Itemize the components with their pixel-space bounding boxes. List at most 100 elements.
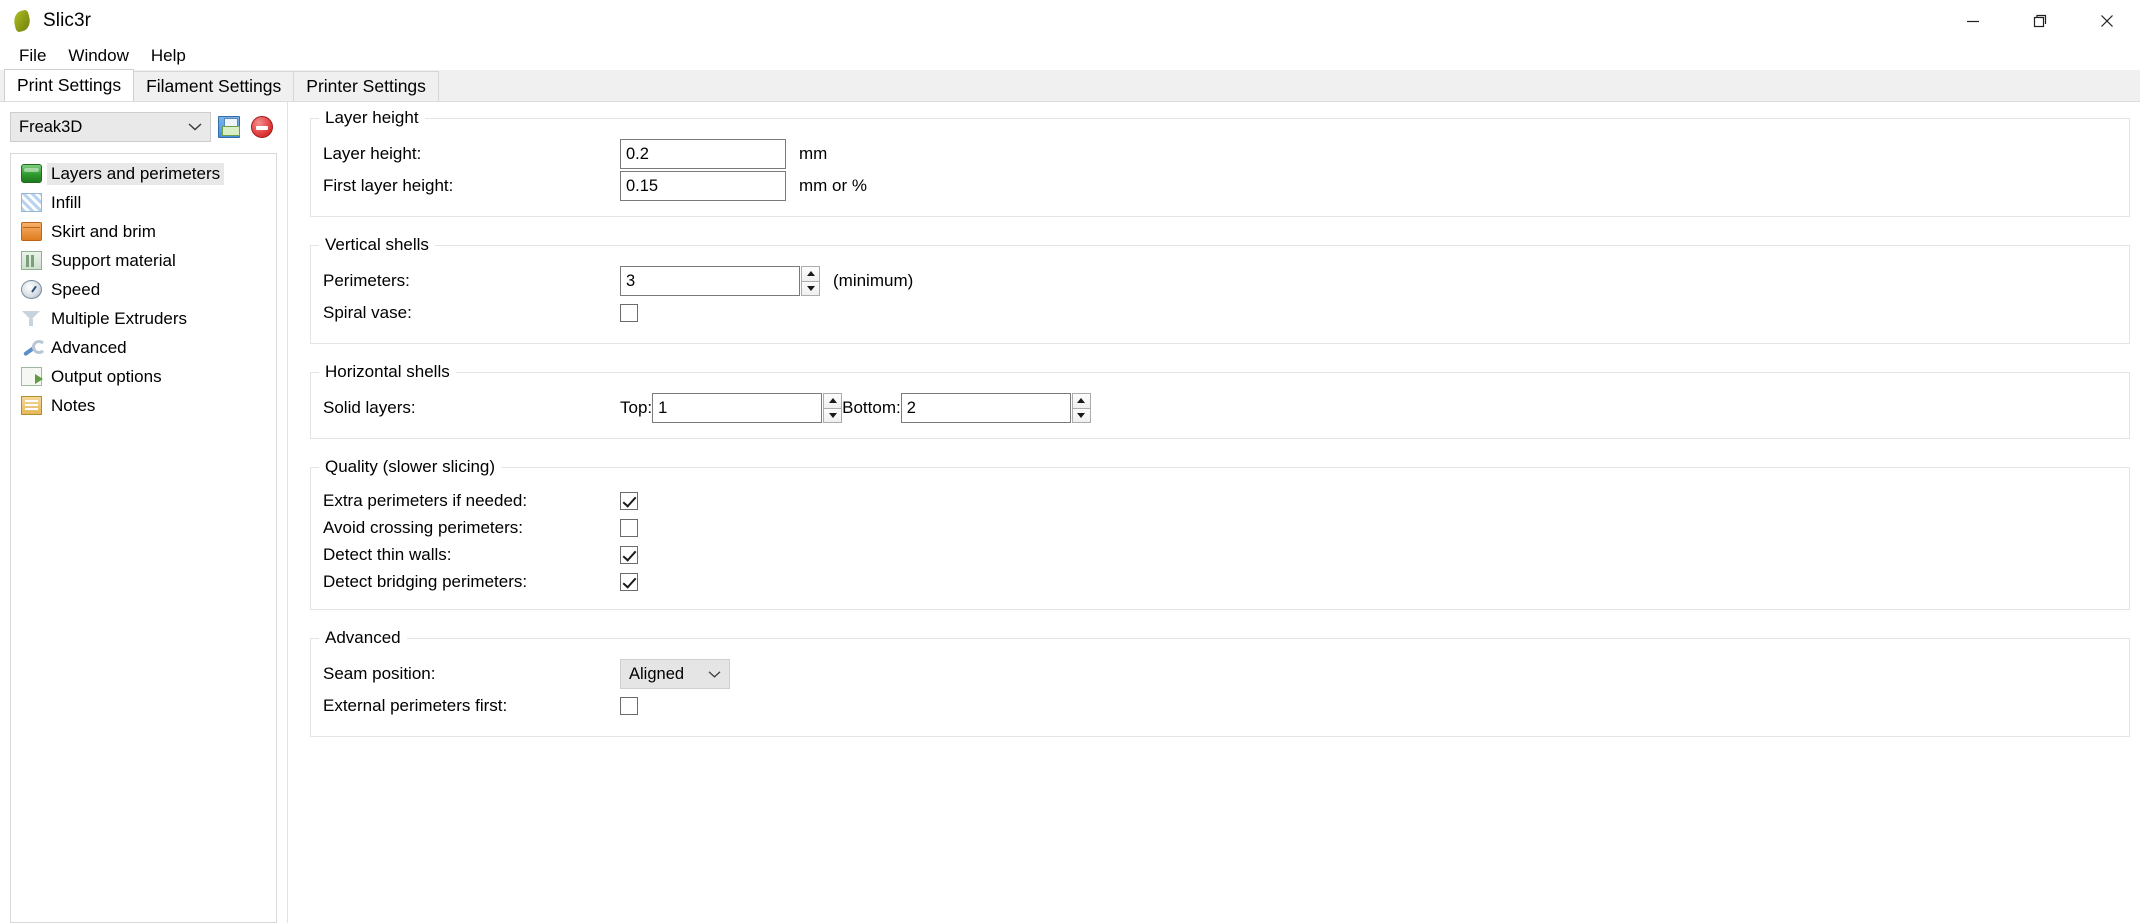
row-detect-thin-walls: Detect thin walls: — [311, 541, 2129, 568]
sidebar-item-label: Output options — [51, 366, 162, 386]
sidebar-item-multiple-extruders[interactable]: Multiple Extruders — [11, 304, 276, 333]
seam-position-select[interactable]: Aligned — [620, 659, 730, 689]
extruder-icon — [21, 309, 42, 328]
avoid-crossing-perimeters-checkbox[interactable] — [620, 518, 638, 537]
layer-height-input[interactable]: 0.2 — [620, 139, 786, 169]
solid-layers-label: Solid layers: — [323, 398, 416, 417]
solid-layers-bottom-input[interactable]: 2 — [900, 393, 1071, 423]
solid-layers-top-stepper-down[interactable] — [823, 407, 843, 423]
arrow-down-icon — [828, 412, 837, 418]
preset-row: Freak3D — [10, 112, 277, 142]
minimize-icon[interactable] — [1939, 0, 2006, 42]
preset-select[interactable]: Freak3D — [10, 112, 211, 142]
sidebar-item-notes[interactable]: Notes — [11, 391, 276, 420]
row-spiral-vase: Spiral vase: — [311, 297, 2129, 329]
infill-icon — [21, 193, 42, 212]
solid-layers-bottom-stepper-up[interactable] — [1071, 393, 1091, 408]
group-layer-height-legend: Layer height — [325, 108, 419, 127]
save-preset-button[interactable] — [218, 114, 244, 140]
close-icon[interactable] — [2073, 0, 2140, 42]
settings-nav-list: Layers and perimeters Infill Skirt and b… — [10, 153, 277, 923]
row-perimeters: Perimeters: 3 (minimum) — [311, 265, 2129, 297]
support-icon — [21, 251, 42, 270]
wrench-icon — [21, 338, 46, 357]
avoid-crossing-perimeters-label: Avoid crossing perimeters: — [323, 517, 523, 537]
chevron-down-icon — [708, 665, 721, 684]
seam-position-value: Aligned — [629, 664, 685, 683]
group-vertical-shells-legend: Vertical shells — [325, 235, 429, 254]
arrow-down-icon — [806, 285, 815, 291]
row-detect-bridging-perimeters: Detect bridging perimeters: — [311, 568, 2129, 595]
tab-strip: Print Settings Filament Settings Printer… — [0, 69, 2140, 102]
layer-height-label: Layer height: — [323, 144, 422, 163]
first-layer-height-label: First layer height: — [323, 176, 454, 195]
arrow-up-icon — [1077, 398, 1086, 404]
seam-position-label: Seam position: — [323, 664, 436, 683]
sidebar-item-skirt-and-brim[interactable]: Skirt and brim — [11, 217, 276, 246]
maximize-icon[interactable] — [2006, 0, 2073, 42]
sidebar-item-label: Notes — [51, 395, 96, 415]
arrow-up-icon — [806, 271, 815, 277]
left-panel: Freak3D Layers and perimeters Infill Ski… — [0, 102, 288, 923]
arrow-up-icon — [828, 398, 837, 404]
group-vertical-shells: Vertical shells Perimeters: 3 (minimum) … — [310, 235, 2130, 344]
perimeters-stepper-up[interactable] — [801, 266, 820, 281]
solid-layers-top-stepper[interactable] — [823, 393, 843, 423]
output-icon — [21, 367, 43, 386]
external-perimeters-first-checkbox[interactable] — [620, 697, 638, 715]
perimeters-stepper[interactable] — [801, 266, 820, 296]
perimeters-label: Perimeters: — [323, 271, 410, 290]
perimeters-hint: (minimum) — [833, 271, 914, 290]
sidebar-item-label: Skirt and brim — [51, 221, 156, 241]
detect-thin-walls-checkbox[interactable] — [620, 545, 638, 564]
perimeters-stepper-down[interactable] — [801, 280, 820, 296]
extra-perimeters-label: Extra perimeters if needed: — [323, 490, 528, 510]
preset-select-value: Freak3D — [19, 117, 83, 136]
solid-layers-bottom-label: Bottom: — [842, 398, 901, 417]
sidebar-item-label: Layers and perimeters — [47, 162, 225, 185]
row-external-perimeters-first: External perimeters first: — [311, 690, 2129, 722]
detect-bridging-perimeters-checkbox[interactable] — [620, 572, 638, 591]
detect-thin-walls-label: Detect thin walls: — [323, 544, 452, 564]
sidebar-item-label: Infill — [51, 192, 82, 212]
tab-filament-settings[interactable]: Filament Settings — [133, 71, 295, 101]
sidebar-item-layers-and-perimeters[interactable]: Layers and perimeters — [11, 159, 276, 188]
sidebar-item-output-options[interactable]: Output options — [11, 362, 276, 391]
solid-layers-bottom-stepper[interactable] — [1071, 393, 1091, 423]
sidebar-item-infill[interactable]: Infill — [11, 188, 276, 217]
tab-printer-settings[interactable]: Printer Settings — [293, 71, 439, 101]
delete-preset-icon — [251, 116, 273, 138]
title-bar: Slic3r — [0, 0, 2140, 42]
sidebar-item-advanced[interactable]: Advanced — [11, 333, 276, 362]
row-solid-layers: Solid layers: Top: 1 Bottom: 2 — [311, 392, 2129, 424]
menu-file[interactable]: File — [9, 44, 56, 68]
sidebar-item-support-material[interactable]: Support material — [11, 246, 276, 275]
notes-icon — [21, 396, 42, 415]
menu-help[interactable]: Help — [141, 44, 196, 68]
sidebar-item-speed[interactable]: Speed — [11, 275, 276, 304]
group-advanced-legend: Advanced — [325, 628, 401, 647]
layers-icon — [21, 164, 42, 183]
menu-window[interactable]: Window — [58, 44, 138, 68]
row-layer-height: Layer height: 0.2 mm — [311, 138, 2129, 170]
save-floppy-icon — [218, 116, 240, 138]
row-extra-perimeters: Extra perimeters if needed: — [311, 487, 2129, 514]
spiral-vase-checkbox[interactable] — [620, 304, 638, 322]
row-first-layer-height: First layer height: 0.15 mm or % — [311, 170, 2129, 202]
sidebar-item-label: Speed — [51, 279, 101, 299]
main-area: Freak3D Layers and perimeters Infill Ski… — [0, 102, 2140, 923]
solid-layers-top-stepper-up[interactable] — [823, 393, 843, 408]
chevron-down-icon — [188, 118, 202, 137]
tab-print-settings[interactable]: Print Settings — [4, 69, 135, 101]
perimeters-input[interactable]: 3 — [620, 266, 800, 296]
group-layer-height: Layer height Layer height: 0.2 mm First … — [310, 108, 2130, 217]
speed-icon — [21, 280, 42, 299]
delete-preset-button[interactable] — [251, 114, 277, 140]
layer-height-unit: mm — [799, 144, 828, 163]
extra-perimeters-checkbox[interactable] — [620, 491, 638, 510]
first-layer-height-input[interactable]: 0.15 — [620, 171, 786, 201]
group-horizontal-shells-legend: Horizontal shells — [325, 362, 450, 381]
settings-content: Layer height Layer height: 0.2 mm First … — [288, 102, 2140, 923]
solid-layers-bottom-stepper-down[interactable] — [1071, 407, 1091, 423]
solid-layers-top-input[interactable]: 1 — [652, 393, 823, 423]
